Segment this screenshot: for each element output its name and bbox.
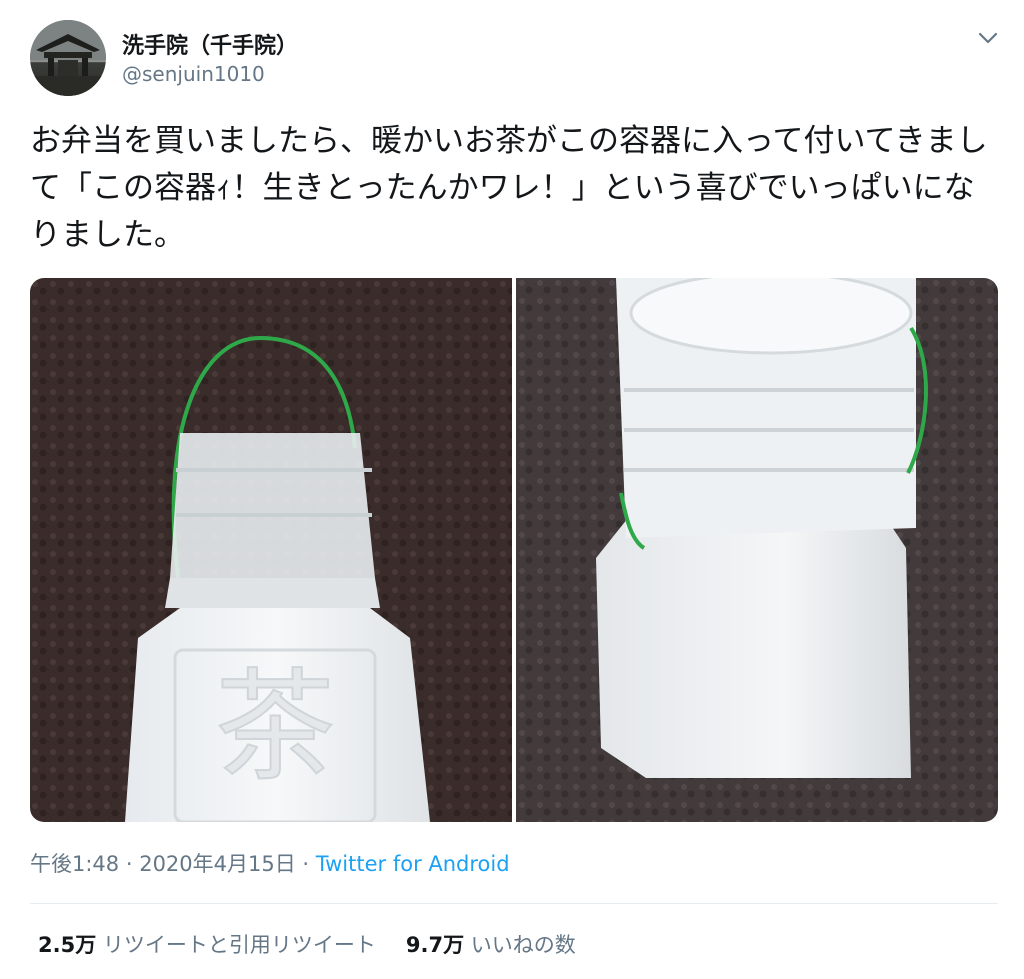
tea-kanji-emboss: 茶: [215, 658, 335, 797]
tweet-stats: 2.5万 リツイートと引用リツイート 9.7万 いいねの数: [38, 929, 576, 959]
avatar[interactable]: [30, 20, 106, 96]
retweets-count: 2.5万: [38, 933, 97, 957]
tweet-text: お弁当を買いましたら、暖かいお茶がこの容器に入って付いてきまして「この容器ｨ！生…: [30, 123, 988, 253]
tweet-date[interactable]: 2020年4月15日: [139, 852, 296, 876]
tweet-media: 茶: [30, 278, 998, 822]
likes-count: 9.7万: [405, 933, 465, 957]
retweets-stat[interactable]: 2.5万 リツイートと引用リツイート: [38, 929, 376, 959]
author-display-name[interactable]: 洗手院（千手院）: [122, 28, 298, 60]
likes-stat[interactable]: 9.7万 いいねの数: [406, 929, 576, 959]
divider: [30, 903, 998, 904]
tweet-timestamp: 午後1:48 · 2020年4月15日 · Twitter for Androi…: [30, 848, 510, 878]
tweet-source-link[interactable]: Twitter for Android: [316, 852, 510, 876]
author-handle[interactable]: @senjuin1010: [122, 62, 265, 86]
retweets-label: リツイートと引用リツイート: [102, 933, 376, 957]
photo-bottle-side[interactable]: [516, 278, 998, 822]
tweet-time[interactable]: 午後1:48: [30, 852, 119, 876]
photo-bottle-front[interactable]: 茶: [30, 278, 512, 822]
meta-separator: ·: [295, 852, 316, 876]
temple-gate-icon: [30, 20, 106, 96]
tweet: 洗手院（千手院） @senjuin1010 お弁当を買いましたら、暖かいお茶がこ…: [0, 0, 1024, 979]
meta-separator: ·: [119, 852, 140, 876]
chevron-down-icon[interactable]: [976, 28, 1000, 48]
likes-label: いいねの数: [470, 933, 576, 957]
